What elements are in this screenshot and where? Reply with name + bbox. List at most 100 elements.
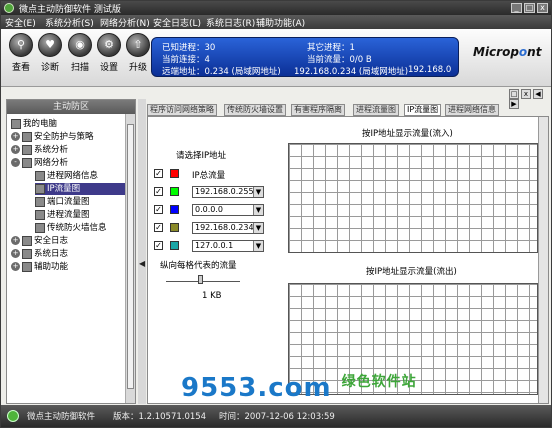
network-icon	[22, 157, 32, 168]
checkbox-ip-1[interactable]: ✓	[154, 187, 163, 196]
upgrade-icon: ⇧	[126, 33, 150, 57]
tab-process-traffic[interactable]: 进程流量图	[353, 104, 399, 116]
main-window: 微点主动防御软件 测试版 _ □ x 安全(E) 系统分析(S) 网络分析(N)…	[0, 0, 552, 428]
expand-icon[interactable]: +	[11, 262, 20, 271]
chart-out-title: 按IP地址显示流量(流出)	[366, 267, 457, 277]
tab-ip-traffic[interactable]: IP流量图	[404, 104, 442, 116]
scan-button[interactable]: ◉ 扫描	[65, 33, 95, 81]
tree-process-network-info[interactable]: 进程网络信息	[35, 170, 98, 182]
app-icon	[4, 3, 14, 13]
menu-aux-functions[interactable]: 辅助功能(A)	[256, 16, 305, 29]
expand-icon[interactable]: +	[11, 145, 20, 154]
ip-select-2[interactable]: 0.0.0.0 ▼	[192, 204, 264, 216]
tab-strip: 程序访问网络策略 传统防火墙设置 有害程序隔离 进程流量图 IP流量图 进程网络…	[147, 104, 549, 116]
checkbox-total[interactable]: ✓	[154, 169, 163, 178]
tab-malware-quarantine[interactable]: 有害程序隔离	[291, 104, 345, 116]
content-scrollbar[interactable]	[538, 117, 548, 403]
tree-system-analysis[interactable]: + 系统分析	[11, 144, 68, 156]
checkbox-ip-3[interactable]: ✓	[154, 223, 163, 232]
dropdown-arrow-icon[interactable]: ▼	[253, 241, 263, 251]
close-button[interactable]: x	[537, 3, 548, 13]
status-bar: 微点主动防御软件 版本：1.2.10571.0154 时间：2007-12-06…	[1, 405, 551, 427]
status-time: 时间：2007-12-06 12:03:59	[219, 412, 335, 422]
tree-firewall-info[interactable]: 传统防火墙信息	[35, 222, 107, 234]
select-ip-label: 请选择IP地址	[176, 151, 227, 161]
dropdown-arrow-icon[interactable]: ▼	[253, 187, 263, 197]
settings-button[interactable]: ⚙ 设置	[94, 33, 124, 81]
left-panel-header: 主动防区	[7, 100, 135, 114]
dropdown-arrow-icon[interactable]: ▼	[253, 223, 263, 233]
tab-program-access-policy[interactable]: 程序访问网络策略	[147, 104, 217, 116]
tree-network-analysis[interactable]: - 网络分析	[11, 157, 68, 169]
chart-icon	[35, 196, 45, 207]
menu-network-analysis[interactable]: 网络分析(N)	[100, 16, 150, 29]
expand-icon[interactable]: +	[11, 249, 20, 258]
known-processes: 已知进程：30	[162, 43, 216, 53]
nav-close-icon[interactable]: x	[521, 89, 531, 99]
title-bar: 微点主动防御软件 测试版 _ □ x	[1, 1, 551, 15]
expand-icon[interactable]: +	[11, 132, 20, 141]
checkbox-ip-4[interactable]: ✓	[154, 241, 163, 250]
gear-icon: ⚙	[97, 33, 121, 57]
tools-icon	[22, 261, 32, 272]
process-icon	[35, 170, 45, 181]
scale-label: 纵向每格代表的流量	[160, 261, 237, 271]
micropoint-logo: Micropont	[473, 45, 542, 59]
maximize-button[interactable]: □	[524, 3, 535, 13]
ip-total-label: IP总流量	[192, 171, 226, 181]
watermark: 9553.com 绿色软件站	[181, 373, 417, 403]
nav-prev-icon[interactable]: ◀	[533, 89, 543, 99]
collapse-icon[interactable]: -	[11, 158, 20, 167]
left-panel: 主动防区 我的电脑 + 安全防护与策略 + 系统分析 - 网络分析 进程网络信息 IP…	[6, 99, 136, 404]
view-button[interactable]: ⚲ 查看	[6, 33, 36, 81]
tree-port-traffic-chart[interactable]: 端口流量图	[35, 196, 90, 208]
ip-select-4[interactable]: 127.0.0.1 ▼	[192, 240, 264, 252]
chart-icon	[35, 183, 45, 194]
log-icon	[22, 235, 32, 246]
upgrade-button[interactable]: ⇧ 升级	[123, 33, 153, 81]
checkbox-ip-2[interactable]: ✓	[154, 205, 163, 214]
scale-slider-thumb[interactable]	[198, 275, 203, 284]
panel-splitter[interactable]: ◀	[138, 99, 146, 404]
tree-protection-policy[interactable]: + 安全防护与策略	[11, 131, 94, 143]
tab-process-network-info[interactable]: 进程网络信息	[445, 104, 499, 116]
minimize-button[interactable]: _	[511, 3, 522, 13]
content-area: 请选择IP地址 ✓ IP总流量 ✓ 192.168.0.255 ▼ ✓ 0.0.0…	[147, 116, 549, 404]
remote-ip: 192.168.0.234 (局域网地址)	[294, 67, 409, 77]
status-panel: 已知进程：30 其它进程：1 当前连接：4 当前流量：0/0 B 远端地址：0.…	[151, 37, 459, 77]
tree-ip-traffic-chart[interactable]: IP流量图	[35, 183, 127, 195]
left-scrollbar[interactable]	[125, 114, 135, 403]
collapse-arrow-icon[interactable]: ◀	[139, 259, 145, 268]
magnifier-icon: ⚲	[9, 33, 33, 57]
menu-system-log[interactable]: 系统日志(R)	[206, 16, 255, 29]
current-traffic: 当前流量：0/0 B	[307, 55, 372, 65]
tab-firewall-settings[interactable]: 传统防火墙设置	[224, 104, 286, 116]
tree-system-log[interactable]: + 系统日志	[11, 248, 68, 260]
ip-select-1[interactable]: 192.168.0.255 ▼	[192, 186, 264, 198]
ip-select-3[interactable]: 192.168.0.234 ▼	[192, 222, 264, 234]
current-connections: 当前连接：4	[162, 55, 210, 65]
status-version: 版本：1.2.10571.0154	[113, 412, 207, 422]
other-processes: 其它进程：1	[307, 43, 355, 53]
menu-security[interactable]: 安全(E)	[5, 16, 36, 29]
scale-slider-track[interactable]	[166, 281, 240, 282]
menu-security-log[interactable]: 安全日志(L)	[153, 16, 201, 29]
nav-restore-icon[interactable]: □	[509, 89, 519, 99]
scroll-thumb[interactable]	[127, 124, 134, 389]
traffic-in-grid	[288, 143, 538, 253]
expand-icon[interactable]: +	[11, 236, 20, 245]
remote-address: 远端地址：0.234 (局域网地址)	[162, 67, 281, 77]
chart-icon	[35, 209, 45, 220]
color-swatch-red	[170, 169, 179, 178]
diagnose-button[interactable]: ♥ 诊断	[35, 33, 65, 81]
tree-process-traffic-chart[interactable]: 进程流量图	[35, 209, 90, 221]
scan-icon: ◉	[68, 33, 92, 57]
tree-security-log[interactable]: + 安全日志	[11, 235, 68, 247]
tree-my-computer[interactable]: 我的电脑	[11, 118, 57, 130]
dropdown-arrow-icon[interactable]: ▼	[253, 205, 263, 215]
tree-aux-functions[interactable]: + 辅助功能	[11, 261, 68, 273]
log-icon	[22, 248, 32, 259]
computer-icon	[11, 118, 21, 129]
firewall-icon	[35, 222, 45, 233]
menu-system-analysis[interactable]: 系统分析(S)	[45, 16, 94, 29]
